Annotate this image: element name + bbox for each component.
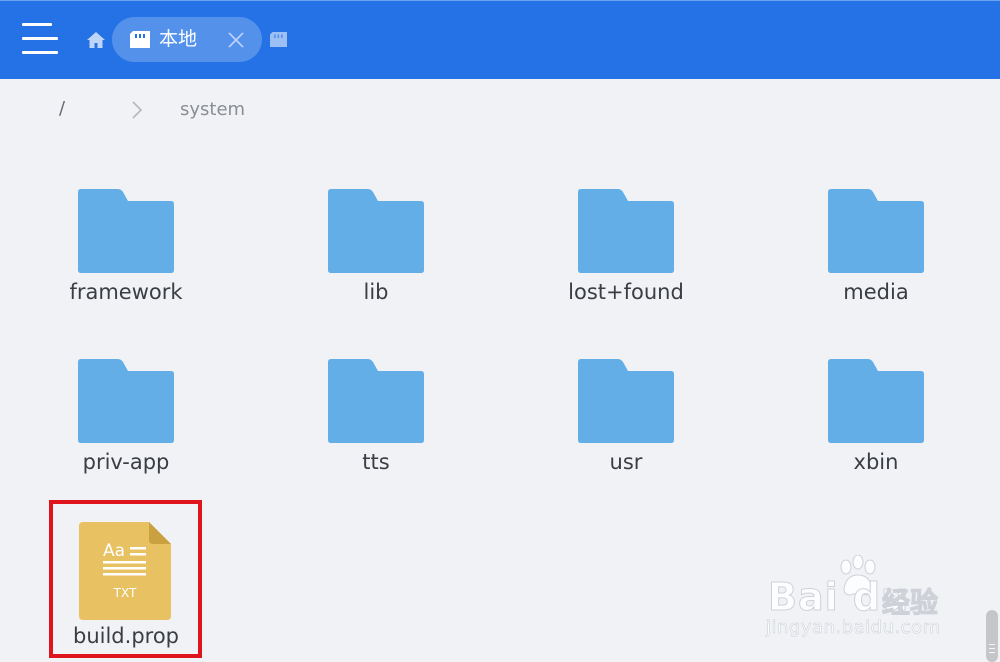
folder-item[interactable]: framework xyxy=(46,189,206,319)
folder-name: framework xyxy=(69,280,183,304)
folder-name: tts xyxy=(362,450,390,474)
home-icon[interactable] xyxy=(86,30,106,50)
folder-icon xyxy=(578,189,674,273)
storage-icon xyxy=(130,31,150,48)
folder-item[interactable]: xbin xyxy=(796,359,956,489)
folder-icon xyxy=(578,359,674,443)
folder-item[interactable]: priv-app xyxy=(46,359,206,489)
folder-item[interactable]: media xyxy=(796,189,956,319)
folder-name: lib xyxy=(363,280,389,304)
folder-icon xyxy=(78,359,174,443)
folder-name: lost+found xyxy=(568,280,684,304)
folder-icon xyxy=(78,189,174,273)
scrollbar-thumb[interactable] xyxy=(986,610,998,662)
chevron-right-icon xyxy=(132,101,143,119)
folder-name: usr xyxy=(609,450,643,474)
folder-item[interactable]: lib xyxy=(296,189,456,319)
storage-icon[interactable] xyxy=(269,31,288,48)
menu-icon[interactable] xyxy=(22,23,58,55)
tab-local[interactable]: 本地 xyxy=(112,17,262,62)
watermark-url: jingyan.baidu.com xyxy=(766,617,941,639)
folder-item[interactable]: tts xyxy=(296,359,456,489)
folder-icon xyxy=(328,189,424,273)
folder-icon xyxy=(828,359,924,443)
watermark-brand-cn: 经验 xyxy=(881,586,939,620)
breadcrumb-root[interactable]: / xyxy=(59,98,65,119)
folder-name: media xyxy=(843,280,909,304)
baidu-watermark: Bai du 经验 jingyan.baidu.com xyxy=(764,555,954,645)
app-header: 本地 xyxy=(0,0,1000,79)
folder-icon xyxy=(828,189,924,273)
highlight-box xyxy=(49,500,202,658)
folder-name: priv-app xyxy=(82,450,170,474)
folder-icon xyxy=(328,359,424,443)
tab-label: 本地 xyxy=(159,28,198,50)
breadcrumb-current[interactable]: system xyxy=(180,99,245,120)
close-icon[interactable] xyxy=(227,31,245,49)
breadcrumb: / system xyxy=(0,90,1000,130)
folder-item[interactable]: lost+found xyxy=(546,189,706,319)
folder-item[interactable]: usr xyxy=(546,359,706,489)
folder-name: xbin xyxy=(853,450,899,474)
